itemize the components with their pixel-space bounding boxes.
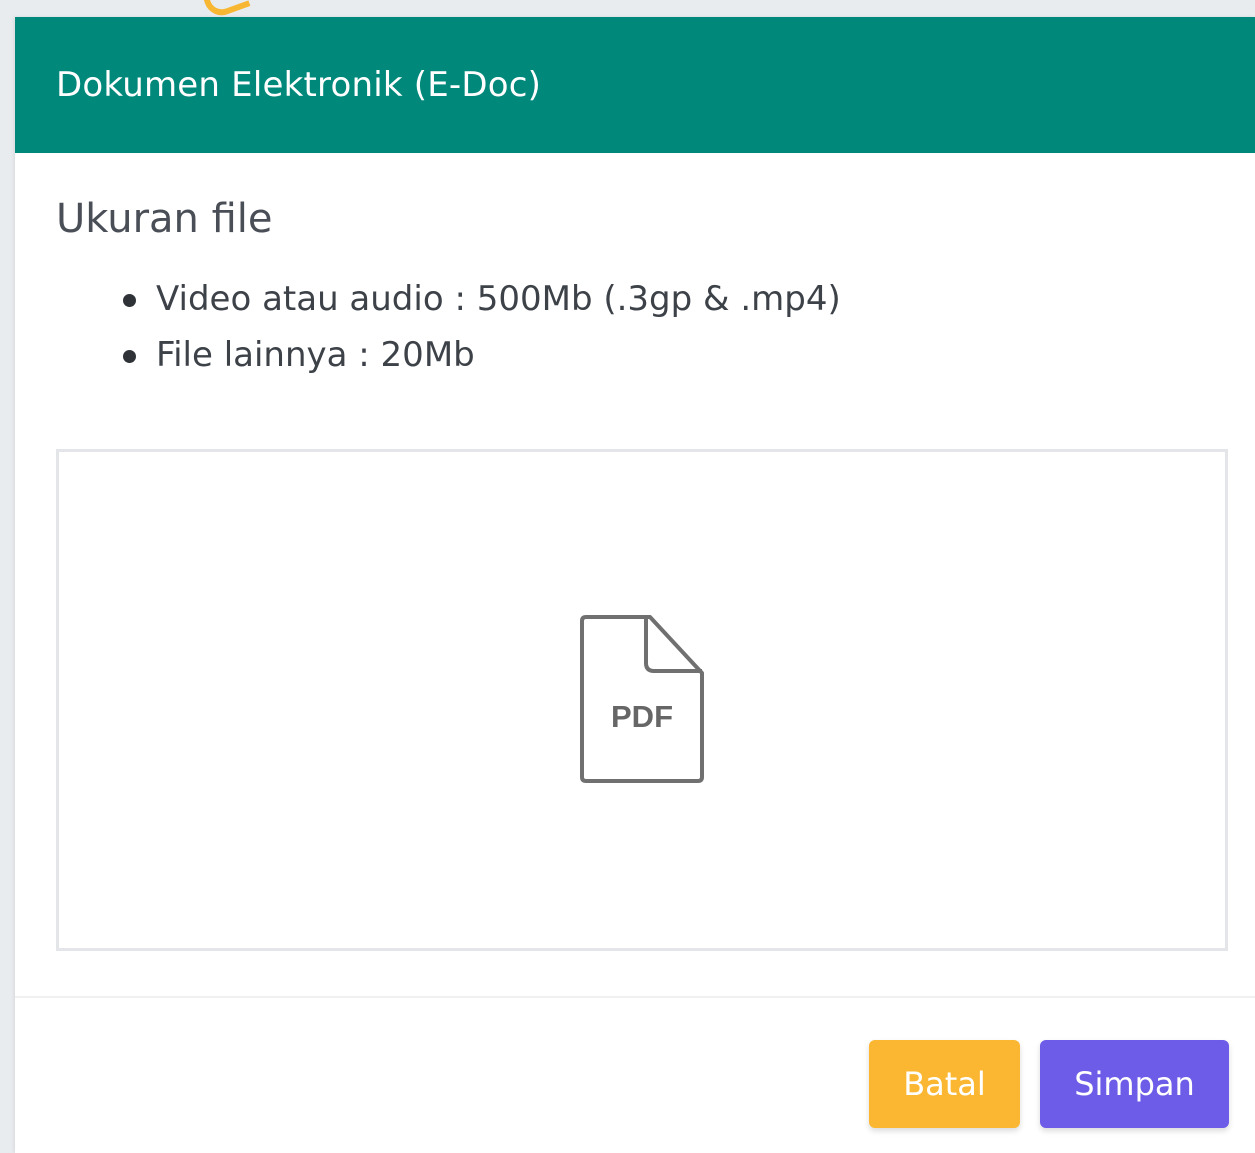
file-size-item-video: Video atau audio : 500Mb (.3gp & .mp4)	[123, 271, 1227, 327]
edoc-modal: Dokumen Elektronik (E-Doc) Ukuran file V…	[15, 17, 1255, 1153]
pdf-file-icon: PDF	[580, 615, 704, 783]
file-size-heading: Ukuran file	[56, 196, 273, 242]
modal-title: Dokumen Elektronik (E-Doc)	[56, 65, 542, 105]
pdf-icon-label: PDF	[611, 699, 673, 734]
save-button[interactable]: Simpan	[1040, 1040, 1229, 1128]
file-upload-dropzone[interactable]: PDF	[56, 449, 1228, 951]
file-size-list: Video atau audio : 500Mb (.3gp & .mp4) F…	[56, 271, 1227, 383]
modal-header: Dokumen Elektronik (E-Doc)	[15, 17, 1255, 153]
cancel-button[interactable]: Batal	[869, 1040, 1020, 1128]
modal-footer: Batal Simpan	[15, 996, 1255, 1153]
file-size-item-other: File lainnya : 20Mb	[123, 327, 1227, 383]
modal-body: Ukuran file Video atau audio : 500Mb (.3…	[15, 153, 1255, 951]
